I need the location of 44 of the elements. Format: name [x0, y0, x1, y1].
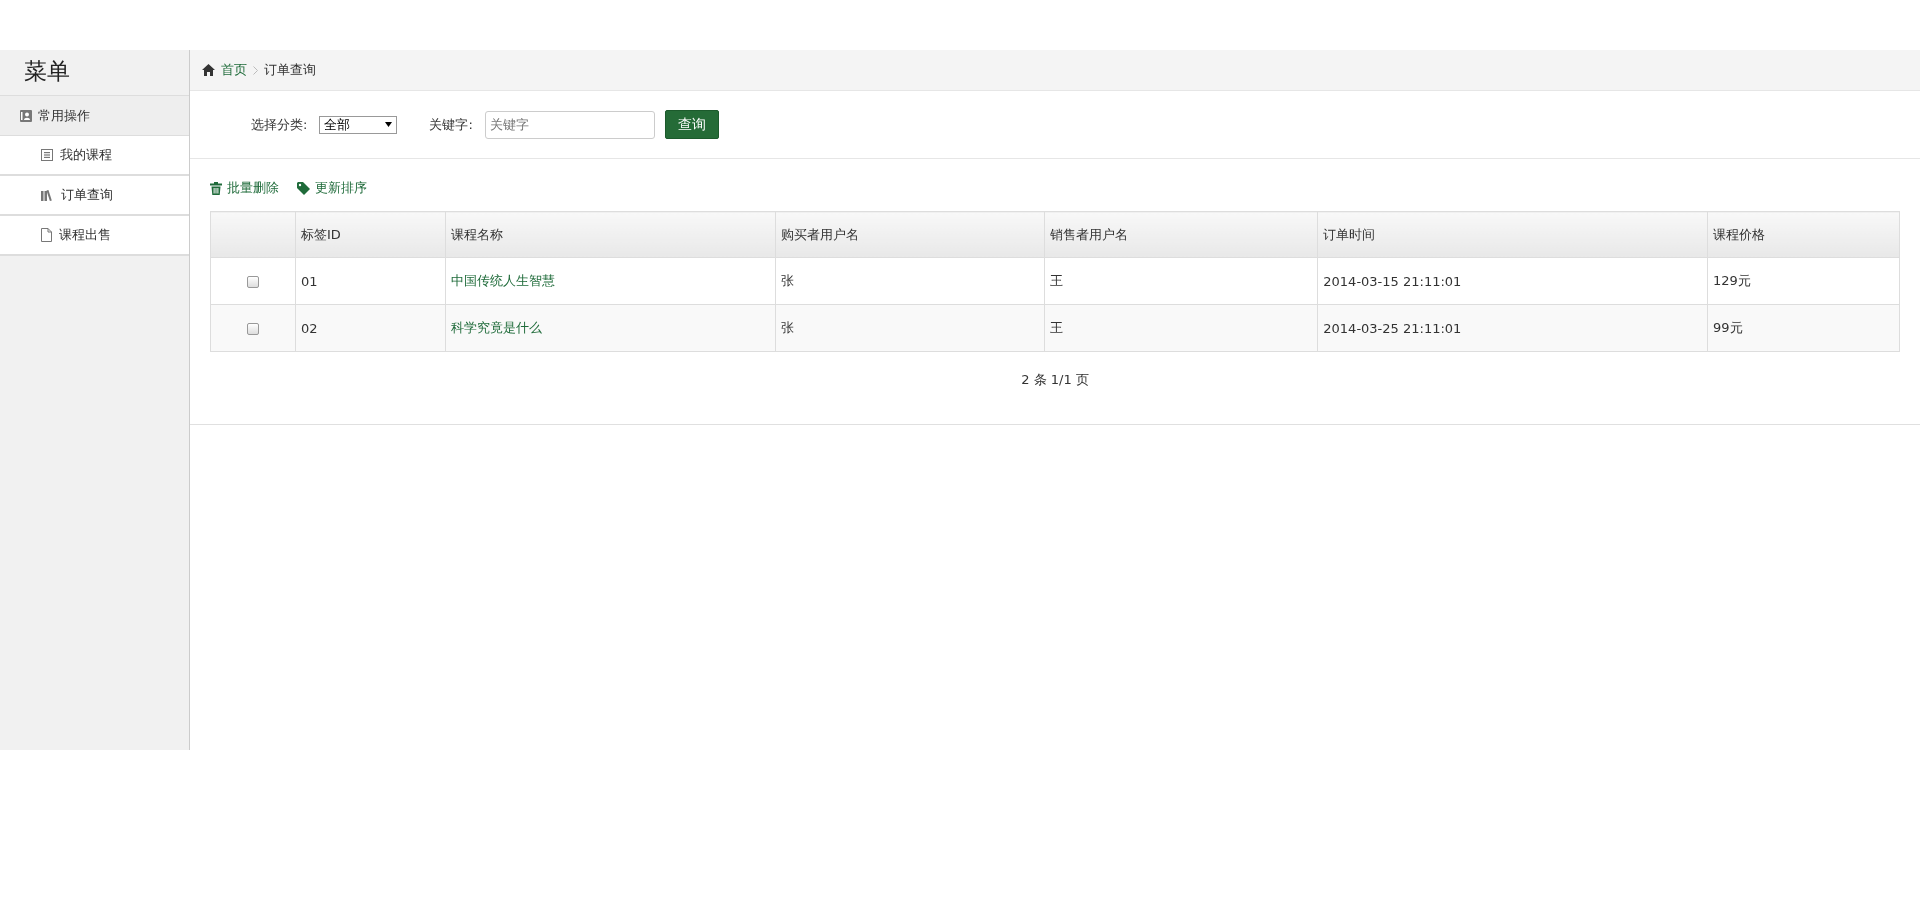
table-cell: 01 [295, 257, 446, 305]
contact-card-icon [20, 109, 32, 122]
row-checkbox[interactable] [246, 323, 259, 335]
row-checkbox[interactable] [246, 276, 259, 288]
column-header: 课程价格 [1707, 211, 1900, 258]
file-icon [41, 228, 52, 242]
books-icon [41, 189, 54, 201]
list-icon [41, 149, 53, 161]
column-header: 课程名称 [445, 211, 776, 258]
table-cell: 张 [775, 304, 1045, 352]
menu-item[interactable]: 我的课程 [0, 136, 189, 176]
pagination-info: 2 条 1/1 页 [1021, 372, 1089, 387]
home-link[interactable]: 首页 [221, 61, 247, 79]
trash-icon [210, 181, 222, 195]
table-cell: 129元 [1707, 257, 1900, 305]
menu-item[interactable]: 订单查询 [0, 176, 189, 216]
search-button[interactable]: 查询 [664, 110, 719, 139]
table-cell: 02 [295, 304, 446, 352]
category-select[interactable]: 全部 [319, 115, 398, 134]
course-link[interactable]: 中国传统人生智慧 [450, 273, 555, 288]
breadcrumb-current: 订单查询 [264, 61, 316, 79]
table-cell: 张 [775, 257, 1045, 305]
table-cell: 2014-03-15 21:11:01 [1317, 257, 1708, 305]
home-icon [202, 64, 215, 76]
table-cell: 王 [1044, 257, 1318, 305]
chevron-icon [253, 65, 258, 75]
table-cell: 王 [1044, 304, 1318, 352]
toolbar-link[interactable]: 批量删除 [210, 179, 279, 197]
menu-title: 菜单 [23, 57, 71, 86]
menu-item[interactable]: 课程出售 [0, 216, 189, 256]
keyword-field[interactable]: 关键字 [484, 110, 655, 139]
table-cell: 2014-03-25 21:11:01 [1317, 304, 1708, 352]
table-cell: 99元 [1707, 304, 1900, 352]
keyword-label: 关键字: [429, 115, 473, 134]
toolbar-link[interactable]: 更新排序 [297, 179, 367, 197]
column-header: 标签ID [295, 211, 446, 258]
menu-group[interactable]: 常用操作 [0, 95, 189, 136]
column-header: 购买者用户名 [775, 211, 1045, 258]
course-link[interactable]: 科学究竟是什么 [450, 320, 542, 335]
tag-icon [297, 181, 310, 195]
dropdown-arrow-icon [385, 122, 393, 127]
column-header: 销售者用户名 [1044, 211, 1318, 258]
column-header: 订单时间 [1317, 211, 1708, 258]
category-label: 选择分类: [251, 115, 308, 134]
